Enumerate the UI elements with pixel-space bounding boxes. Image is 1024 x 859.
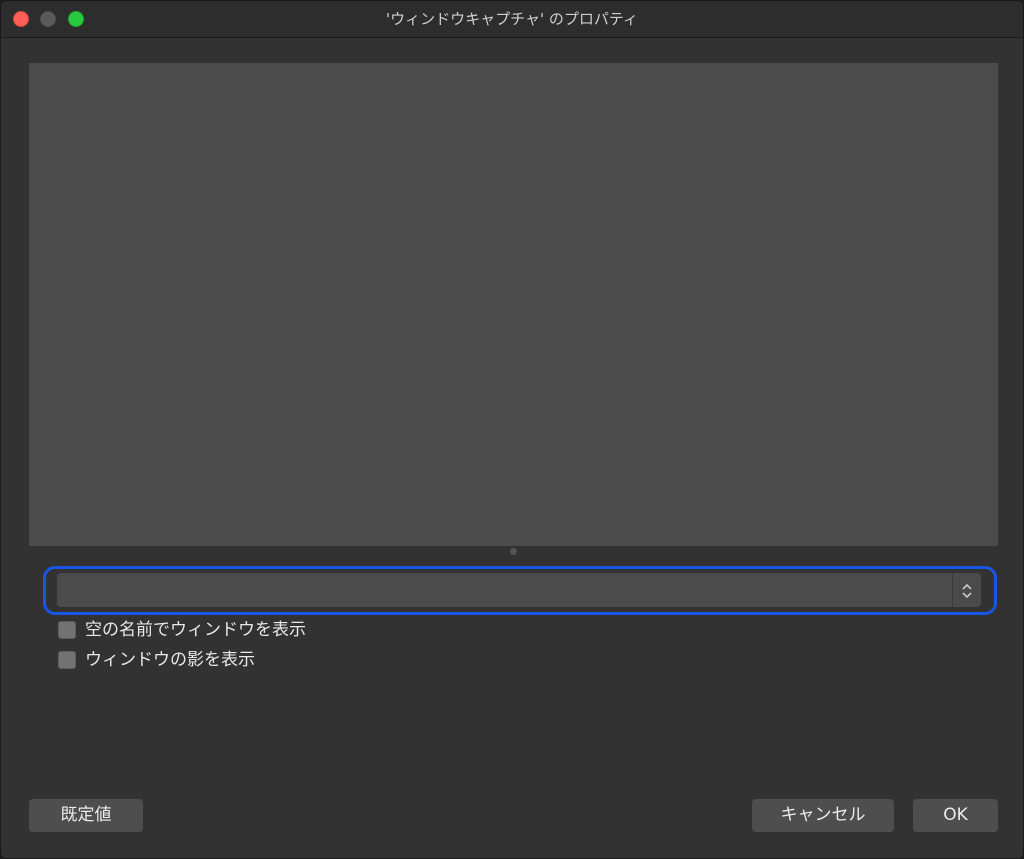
ok-button[interactable]: OK (913, 799, 998, 832)
show-shadow-label: ウィンドウの影を表示 (85, 650, 255, 670)
up-down-chevron-icon[interactable] (953, 573, 981, 607)
show-empty-name-label: 空の名前でウィンドウを表示 (85, 620, 306, 640)
title-bar[interactable]: 'ウィンドウキャプチャ' のプロパティ (1, 1, 1023, 38)
show-shadow-checkbox[interactable] (58, 651, 76, 669)
window-select[interactable] (57, 573, 981, 607)
splitter-handle[interactable] (510, 548, 517, 555)
window-title: 'ウィンドウキャプチャ' のプロパティ (386, 10, 638, 28)
defaults-button[interactable]: 既定値 (29, 799, 143, 832)
source-preview (29, 63, 998, 546)
show-empty-name-checkbox[interactable] (58, 621, 76, 639)
cancel-button[interactable]: キャンセル (752, 799, 894, 832)
properties-window: 'ウィンドウキャプチャ' のプロパティ 空の名前でウィンドウを表示 ウィンドウの… (0, 0, 1024, 859)
